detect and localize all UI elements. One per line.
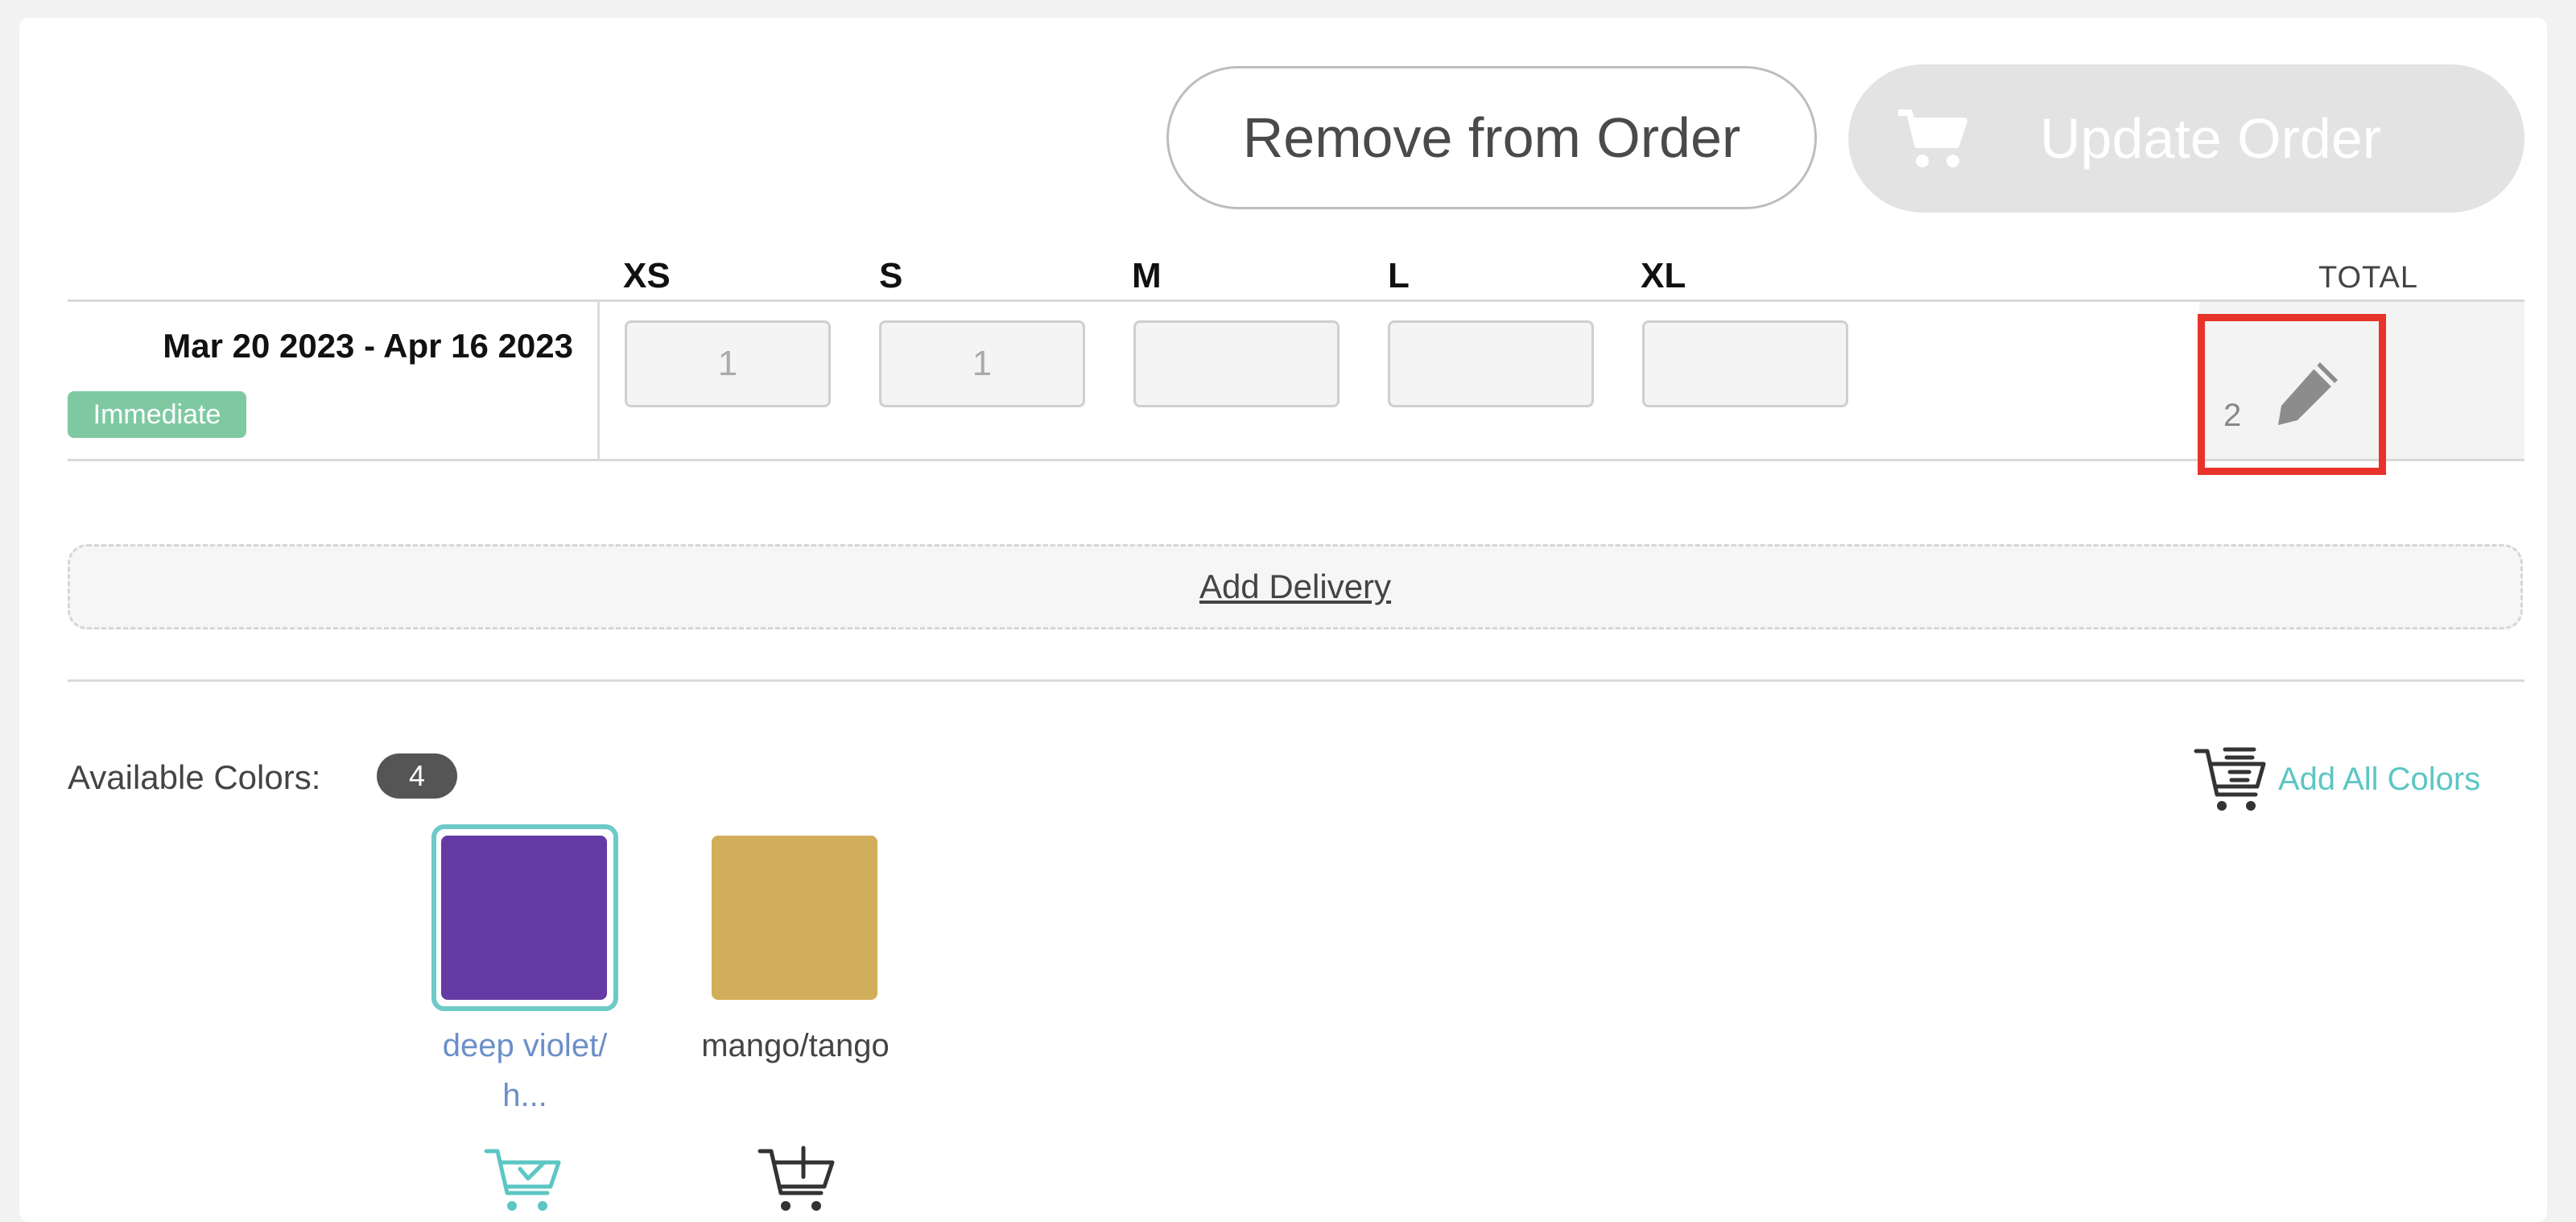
qty-input-s[interactable]	[879, 320, 1085, 407]
pencil-icon[interactable]	[2270, 356, 2344, 430]
add-delivery-label: Add Delivery	[1199, 568, 1392, 605]
qty-input-xl[interactable]	[1642, 320, 1848, 407]
cart-list-icon	[2194, 747, 2266, 811]
table-bottom-divider	[68, 459, 2524, 461]
update-order-label: Update Order	[2040, 107, 2382, 170]
cart-icon	[1898, 109, 1967, 167]
delivery-date-range: Mar 20 2023 - Apr 16 2023	[163, 327, 573, 365]
cart-check-icon[interactable]	[483, 1145, 564, 1217]
color-name-deep-violet[interactable]: deep violet/h...	[428, 1021, 621, 1121]
color-name-mango-tango[interactable]: mango/tango	[699, 1021, 892, 1071]
add-all-colors-label: Add All Colors	[2278, 761, 2481, 797]
cart-add-icon[interactable]	[757, 1145, 837, 1217]
size-header-m: M	[1132, 256, 1162, 295]
remove-from-order-button[interactable]: Remove from Order	[1166, 66, 1817, 209]
update-order-button[interactable]: Update Order	[1848, 64, 2524, 213]
colors-count: 4	[408, 759, 426, 792]
section-divider	[68, 679, 2524, 682]
colors-count-badge: 4	[377, 753, 457, 799]
immediate-badge: Immediate	[68, 391, 246, 438]
table-top-divider	[68, 299, 2524, 302]
size-header-xl: XL	[1641, 256, 1686, 295]
size-header-s: S	[879, 256, 903, 295]
qty-input-l[interactable]	[1388, 320, 1594, 407]
color-swatch-deep-violet[interactable]	[441, 836, 607, 1000]
size-header-xs: XS	[623, 256, 671, 295]
row-total-value: 2	[2223, 398, 2242, 433]
color-swatch-mango-tango[interactable]	[712, 836, 877, 1000]
remove-from-order-label: Remove from Order	[1242, 106, 1741, 169]
add-delivery-button[interactable]: Add Delivery	[68, 544, 2523, 630]
qty-input-m[interactable]	[1133, 320, 1340, 407]
qty-input-xs[interactable]	[625, 320, 831, 407]
order-card: Remove from Order Update Order XS S M L …	[19, 18, 2547, 1222]
available-colors-label: Available Colors:	[68, 758, 321, 796]
immediate-badge-label: Immediate	[93, 398, 221, 430]
row-column-divider	[597, 299, 600, 459]
size-header-l: L	[1388, 256, 1410, 295]
add-all-colors-button[interactable]: Add All Colors	[2193, 739, 2480, 819]
total-header: TOTAL	[2318, 261, 2418, 295]
